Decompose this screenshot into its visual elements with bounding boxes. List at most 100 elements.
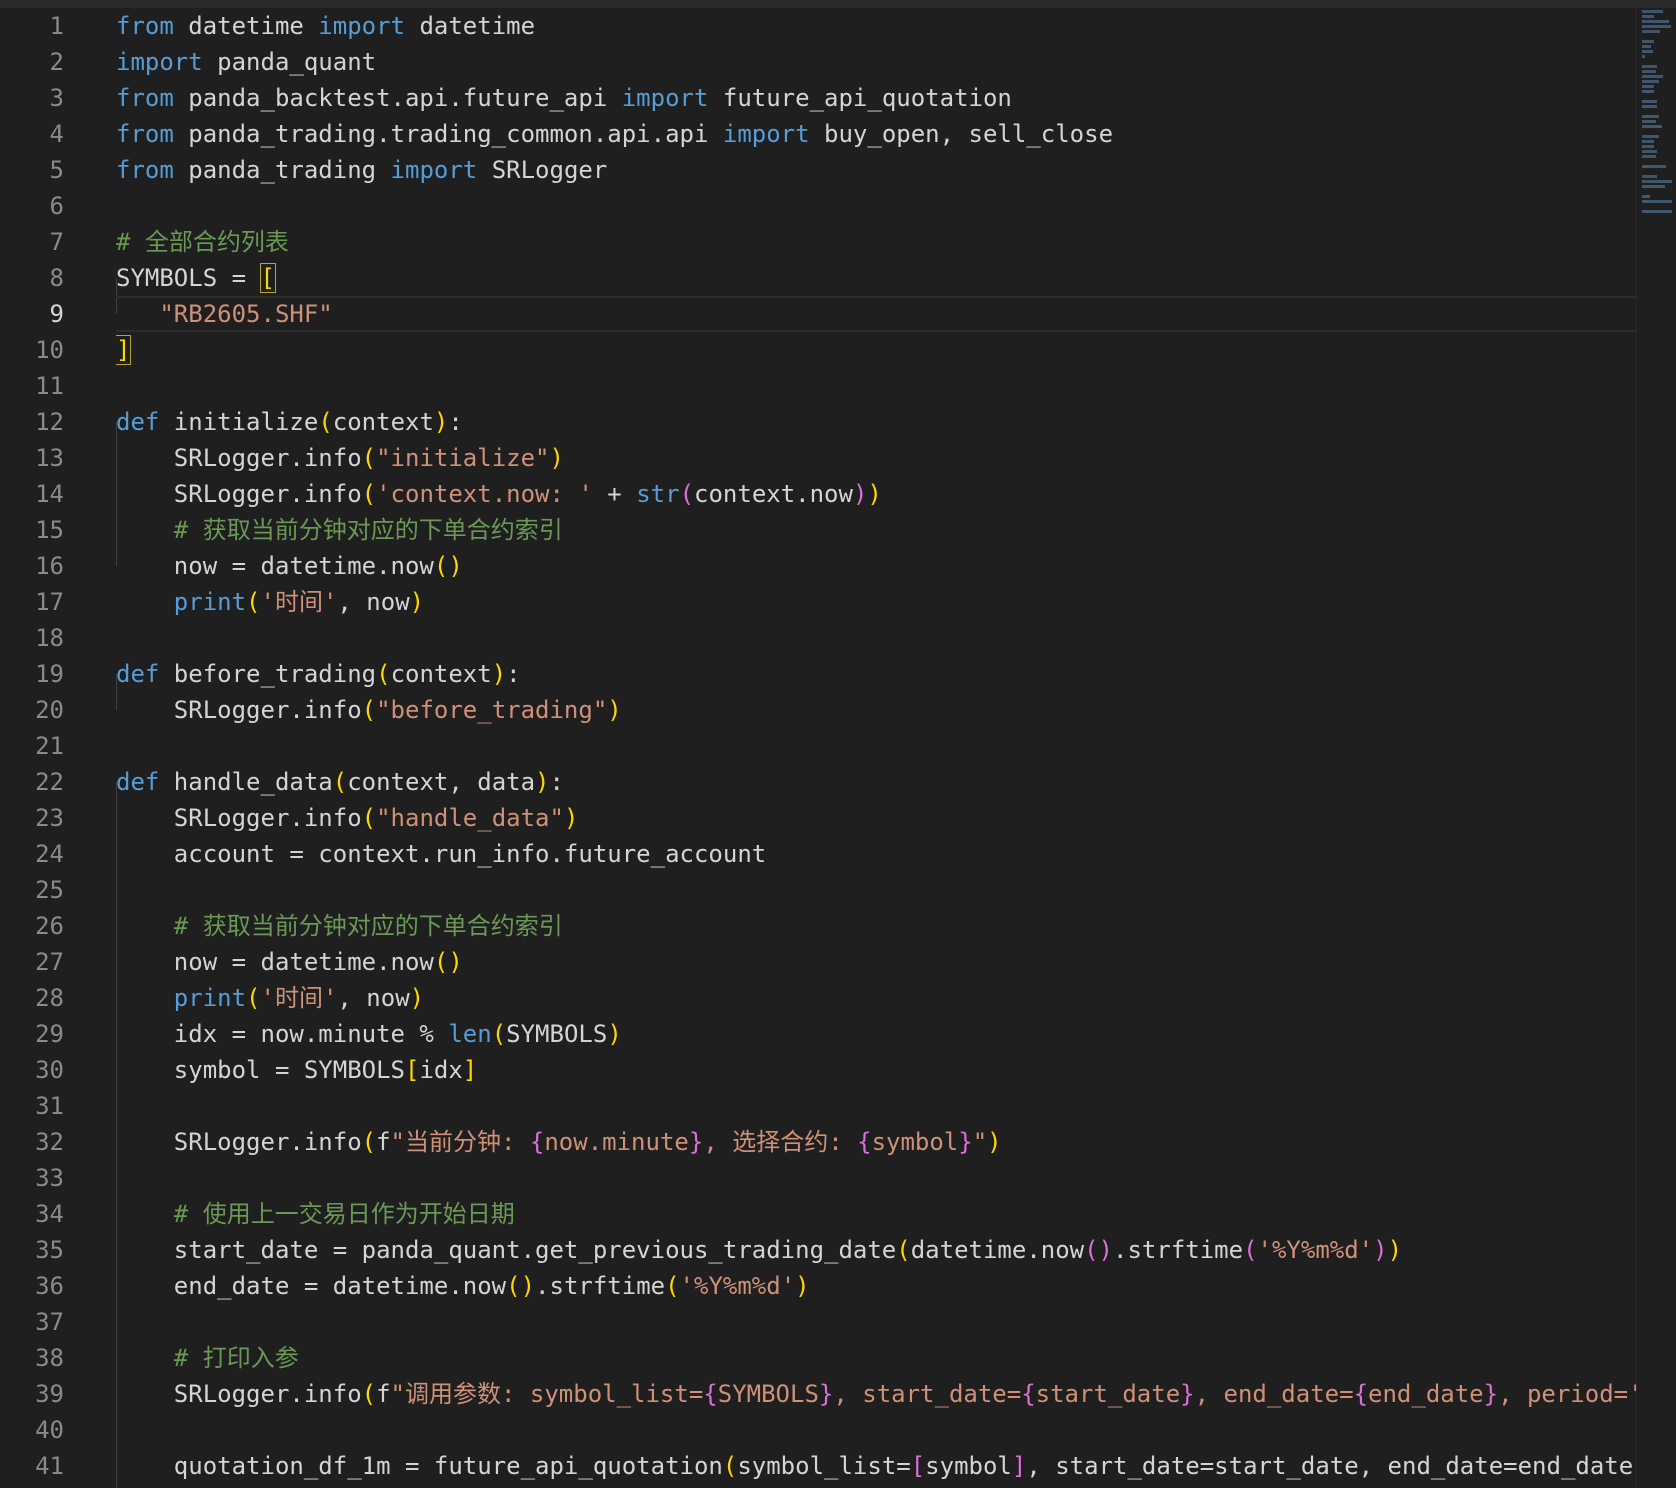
code-line[interactable]: "RB2605.SHF" <box>116 296 1636 332</box>
code-line[interactable]: def initialize(context): <box>116 404 1636 440</box>
minimap-line <box>1642 65 1657 68</box>
code-editor[interactable]: 1 2 3 4 5 6 7 8 9 10 11 12 13 14 15 16 17 18 19 20 21 22 23 24 2… <box>0 0 1676 1488</box>
code-token: '时间' <box>260 588 338 616</box>
code-token: , start_date= <box>833 1380 1022 1408</box>
code-token: SRLogger.info <box>116 1380 362 1408</box>
code-line[interactable]: from panda_trading.trading_common.api.ap… <box>116 116 1636 152</box>
minimap-line <box>1642 115 1659 118</box>
code-line[interactable]: start_date = panda_quant.get_previous_tr… <box>116 1232 1636 1268</box>
code-line[interactable]: def before_trading(context): <box>116 656 1636 692</box>
code-token: from <box>116 156 174 184</box>
code-token: [ <box>910 1452 926 1480</box>
code-token: start_date <box>1035 1380 1181 1408</box>
line-number: 5 <box>49 156 64 184</box>
code-token: ( <box>722 1452 738 1480</box>
code-line[interactable]: from datetime import datetime <box>116 8 1636 44</box>
code-token: idx = now.minute % <box>116 1020 449 1048</box>
code-line[interactable] <box>116 1412 1636 1448</box>
code-token: len <box>448 1020 492 1048</box>
line-number: 9 <box>49 300 64 328</box>
code-token: ) <box>852 480 868 508</box>
code-token: datetime <box>405 12 536 40</box>
code-line[interactable]: now = datetime.now() <box>116 944 1636 980</box>
code-token: ( <box>361 804 377 832</box>
code-line[interactable] <box>116 1304 1636 1340</box>
code-line[interactable]: print('时间', now) <box>116 980 1636 1016</box>
line-number: 8 <box>49 264 64 292</box>
minimap[interactable] <box>1642 10 1676 370</box>
code-token: f <box>376 1128 391 1156</box>
minimap-line <box>1642 75 1663 78</box>
code-token: from <box>116 84 174 112</box>
code-token: datetime.now <box>910 1236 1085 1264</box>
code-token: initialize <box>159 408 319 436</box>
line-number: 41 <box>35 1452 64 1480</box>
minimap-line <box>1642 165 1666 168</box>
code-line[interactable]: # 获取当前分钟对应的下单合约索引 <box>116 908 1636 944</box>
code-line[interactable]: SRLogger.info("handle_data") <box>116 800 1636 836</box>
code-line[interactable]: symbol = SYMBOLS[idx] <box>116 1052 1636 1088</box>
code-line[interactable]: # 打印入参 <box>116 1340 1636 1376</box>
code-token: def <box>116 768 160 796</box>
code-line[interactable] <box>116 368 1636 404</box>
code-line[interactable] <box>116 1088 1636 1124</box>
code-token: , period=' <box>1498 1380 1636 1408</box>
code-token: SYMBOLS = <box>116 264 261 292</box>
code-line[interactable]: SRLogger.info('context.now: ' + str(cont… <box>116 476 1636 512</box>
code-token: , now <box>337 588 410 616</box>
minimap-line <box>1642 135 1659 138</box>
minimap-line <box>1642 100 1657 103</box>
code-line[interactable]: from panda_backtest.api.future_api impor… <box>116 80 1636 116</box>
line-number: 28 <box>35 984 64 1012</box>
line-number: 3 <box>49 84 64 112</box>
code-line[interactable]: def handle_data(context, data): <box>116 764 1636 800</box>
code-token: symbol <box>871 1128 959 1156</box>
code-token: } <box>958 1128 973 1156</box>
code-token: [ <box>404 1056 420 1084</box>
code-line[interactable]: now = datetime.now() <box>116 548 1636 584</box>
code-token: ) <box>1373 1236 1388 1264</box>
code-line[interactable]: SRLogger.info("before_trading") <box>116 692 1636 728</box>
code-line[interactable]: # 使用上一交易日作为开始日期 <box>116 1196 1636 1232</box>
code-token: context.now <box>694 480 853 508</box>
line-number: 10 <box>35 336 64 364</box>
code-line[interactable] <box>116 1160 1636 1196</box>
code-line[interactable] <box>116 188 1636 224</box>
code-line[interactable]: SRLogger.info("initialize") <box>116 440 1636 476</box>
code-line[interactable]: SRLogger.info(f"当前分钟: {now.minute}, 选择合约… <box>116 1124 1636 1160</box>
code-token: ( <box>318 408 333 436</box>
code-line[interactable] <box>116 728 1636 764</box>
code-line[interactable]: import panda_quant <box>116 44 1636 80</box>
code-line[interactable]: end_date = datetime.now().strftime('%Y%m… <box>116 1268 1636 1304</box>
code-line[interactable]: # 获取当前分钟对应的下单合约索引 <box>116 512 1636 548</box>
code-area[interactable]: from datetime import datetime import pand… <box>116 8 1636 1488</box>
code-token: ( <box>361 480 377 508</box>
code-line[interactable]: # 全部合约列表 <box>116 224 1636 260</box>
code-token: , now <box>337 984 410 1012</box>
code-line[interactable]: print('时间', now) <box>116 584 1636 620</box>
code-line[interactable]: SYMBOLS = [ <box>116 260 1636 296</box>
code-line[interactable]: SRLogger.info(f"调用参数: symbol_list={SYMBO… <box>116 1376 1636 1412</box>
code-token: , end_date= <box>1194 1380 1354 1408</box>
code-line[interactable]: idx = now.minute % len(SYMBOLS) <box>116 1016 1636 1052</box>
code-token: datetime <box>173 12 319 40</box>
code-line[interactable]: account = context.run_info.future_accoun… <box>116 836 1636 872</box>
code-token: ( <box>246 984 261 1012</box>
line-number: 4 <box>49 120 64 148</box>
code-token: SYMBOLS <box>717 1380 819 1408</box>
line-number: 21 <box>35 732 64 760</box>
code-token: from <box>116 120 174 148</box>
code-token: # 使用上一交易日作为开始日期 <box>116 1200 515 1228</box>
code-line[interactable]: quotation_df_1m = future_api_quotation(s… <box>116 1448 1636 1484</box>
code-line[interactable] <box>116 620 1636 656</box>
code-token: ] <box>116 335 132 365</box>
line-number: 15 <box>35 516 64 544</box>
code-line[interactable]: from panda_trading import SRLogger <box>116 152 1636 188</box>
line-number: 31 <box>35 1092 64 1120</box>
code-line[interactable]: ] <box>116 332 1636 368</box>
minimap-line <box>1642 140 1654 143</box>
line-number: 30 <box>35 1056 64 1084</box>
code-line[interactable] <box>116 872 1636 908</box>
code-token: ( <box>361 1380 377 1408</box>
line-number: 14 <box>35 480 64 508</box>
